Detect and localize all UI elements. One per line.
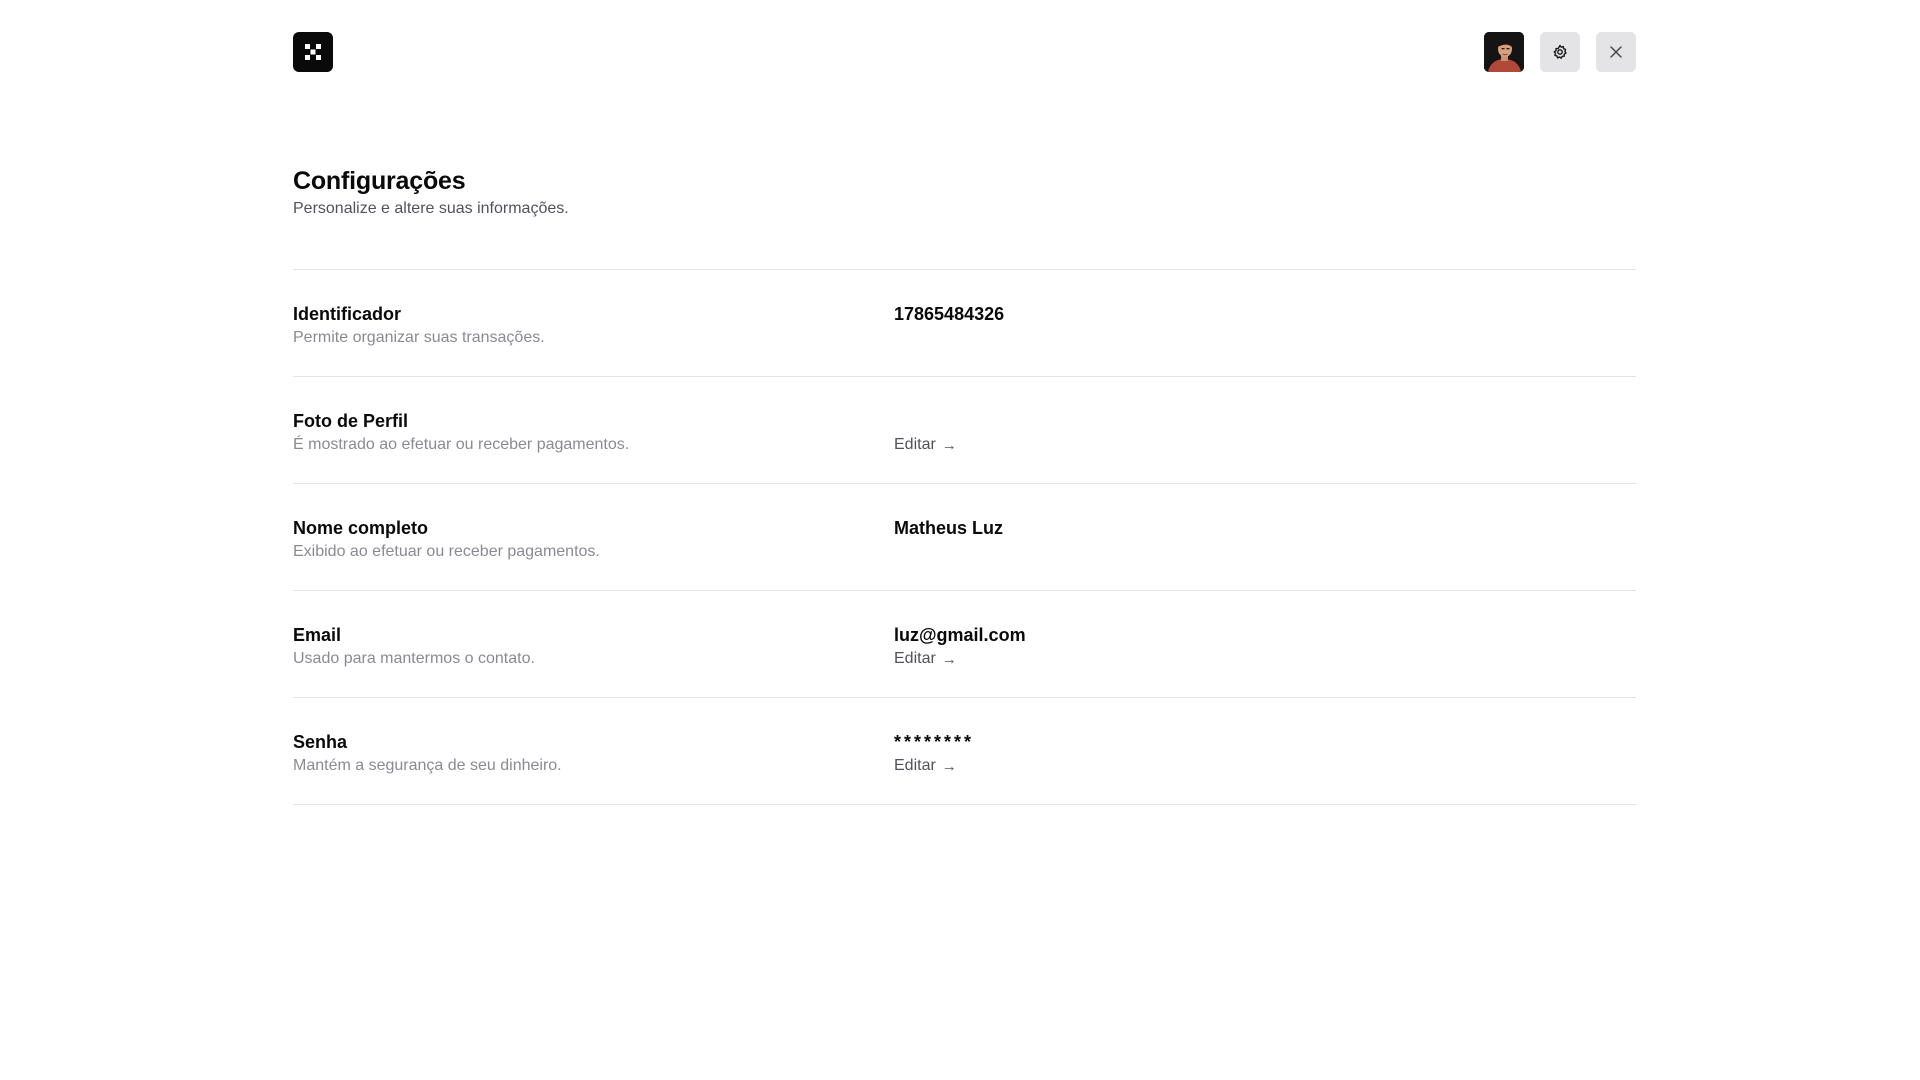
page-title: Configurações xyxy=(293,167,466,195)
full-name-value: Matheus Luz xyxy=(894,518,1004,538)
page-heading: Configurações Personalize e altere suas … xyxy=(293,165,1636,219)
edit-password-link[interactable]: Editar → xyxy=(894,756,957,776)
close-icon xyxy=(1610,46,1622,58)
row-label: Foto de Perfil xyxy=(293,411,409,431)
settings-row-password: Senha Mantém a segurança de seu dinheiro… xyxy=(293,698,1636,805)
settings-row-full-name: Nome completo Exibido ao efetuar ou rece… xyxy=(293,484,1636,591)
row-info: Identificador Permite organizar suas tra… xyxy=(293,303,545,348)
password-value: ******** xyxy=(894,732,975,752)
settings-page: Configurações Personalize e altere suas … xyxy=(0,0,1920,1080)
row-label: Email xyxy=(293,625,342,645)
gear-icon xyxy=(1553,44,1567,59)
content-container: Configurações Personalize e altere suas … xyxy=(293,32,1636,805)
settings-button[interactable] xyxy=(1540,32,1580,72)
arrow-right-icon: → xyxy=(941,650,957,668)
close-button[interactable] xyxy=(1596,32,1636,72)
row-label: Identificador xyxy=(293,304,402,324)
row-info: Foto de Perfil É mostrado ao efetuar ou … xyxy=(293,410,629,455)
row-label: Nome completo xyxy=(293,518,429,538)
edit-label: Editar xyxy=(894,436,936,453)
row-description: É mostrado ao efetuar ou receber pagamen… xyxy=(293,436,630,453)
arrow-right-icon: → xyxy=(941,757,957,775)
settings-row-identifier: Identificador Permite organizar suas tra… xyxy=(293,270,1636,377)
row-info: Email Usado para mantermos o contato. xyxy=(293,624,535,669)
header-actions xyxy=(1484,32,1636,72)
row-description: Usado para mantermos o contato. xyxy=(293,650,535,667)
page-subtitle: Personalize e altere suas informações. xyxy=(293,200,569,217)
edit-email-link[interactable]: Editar → xyxy=(894,649,957,669)
logo-grid-icon[interactable] xyxy=(293,32,333,72)
settings-list: Identificador Permite organizar suas tra… xyxy=(293,269,1636,805)
row-label: Senha xyxy=(293,732,348,752)
row-value-area: 17865484326 xyxy=(894,303,1004,325)
edit-label: Editar xyxy=(894,650,936,667)
email-value: luz@gmail.com xyxy=(894,625,1026,645)
avatar[interactable] xyxy=(1484,32,1524,72)
row-description: Exibido ao efetuar ou receber pagamentos… xyxy=(293,543,600,560)
settings-row-profile-photo: Foto de Perfil É mostrado ao efetuar ou … xyxy=(293,377,1636,484)
row-value-area: luz@gmail.com Editar → xyxy=(894,624,1026,669)
row-description: Permite organizar suas transações. xyxy=(293,329,545,346)
top-bar xyxy=(293,32,1636,72)
row-info: Nome completo Exibido ao efetuar ou rece… xyxy=(293,517,600,562)
row-description: Mantém a segurança de seu dinheiro. xyxy=(293,757,562,774)
row-value-area: ******** Editar → xyxy=(894,731,974,776)
logo-mark xyxy=(305,44,321,60)
row-value-area: Editar → xyxy=(894,410,957,455)
settings-row-email: Email Usado para mantermos o contato. lu… xyxy=(293,591,1636,698)
arrow-right-icon: → xyxy=(941,436,957,454)
edit-profile-photo-link[interactable]: Editar → xyxy=(894,435,957,455)
row-info: Senha Mantém a segurança de seu dinheiro… xyxy=(293,731,562,776)
identifier-value: 17865484326 xyxy=(894,304,1005,324)
edit-label: Editar xyxy=(894,757,936,774)
row-value-area: Matheus Luz xyxy=(894,517,1003,539)
